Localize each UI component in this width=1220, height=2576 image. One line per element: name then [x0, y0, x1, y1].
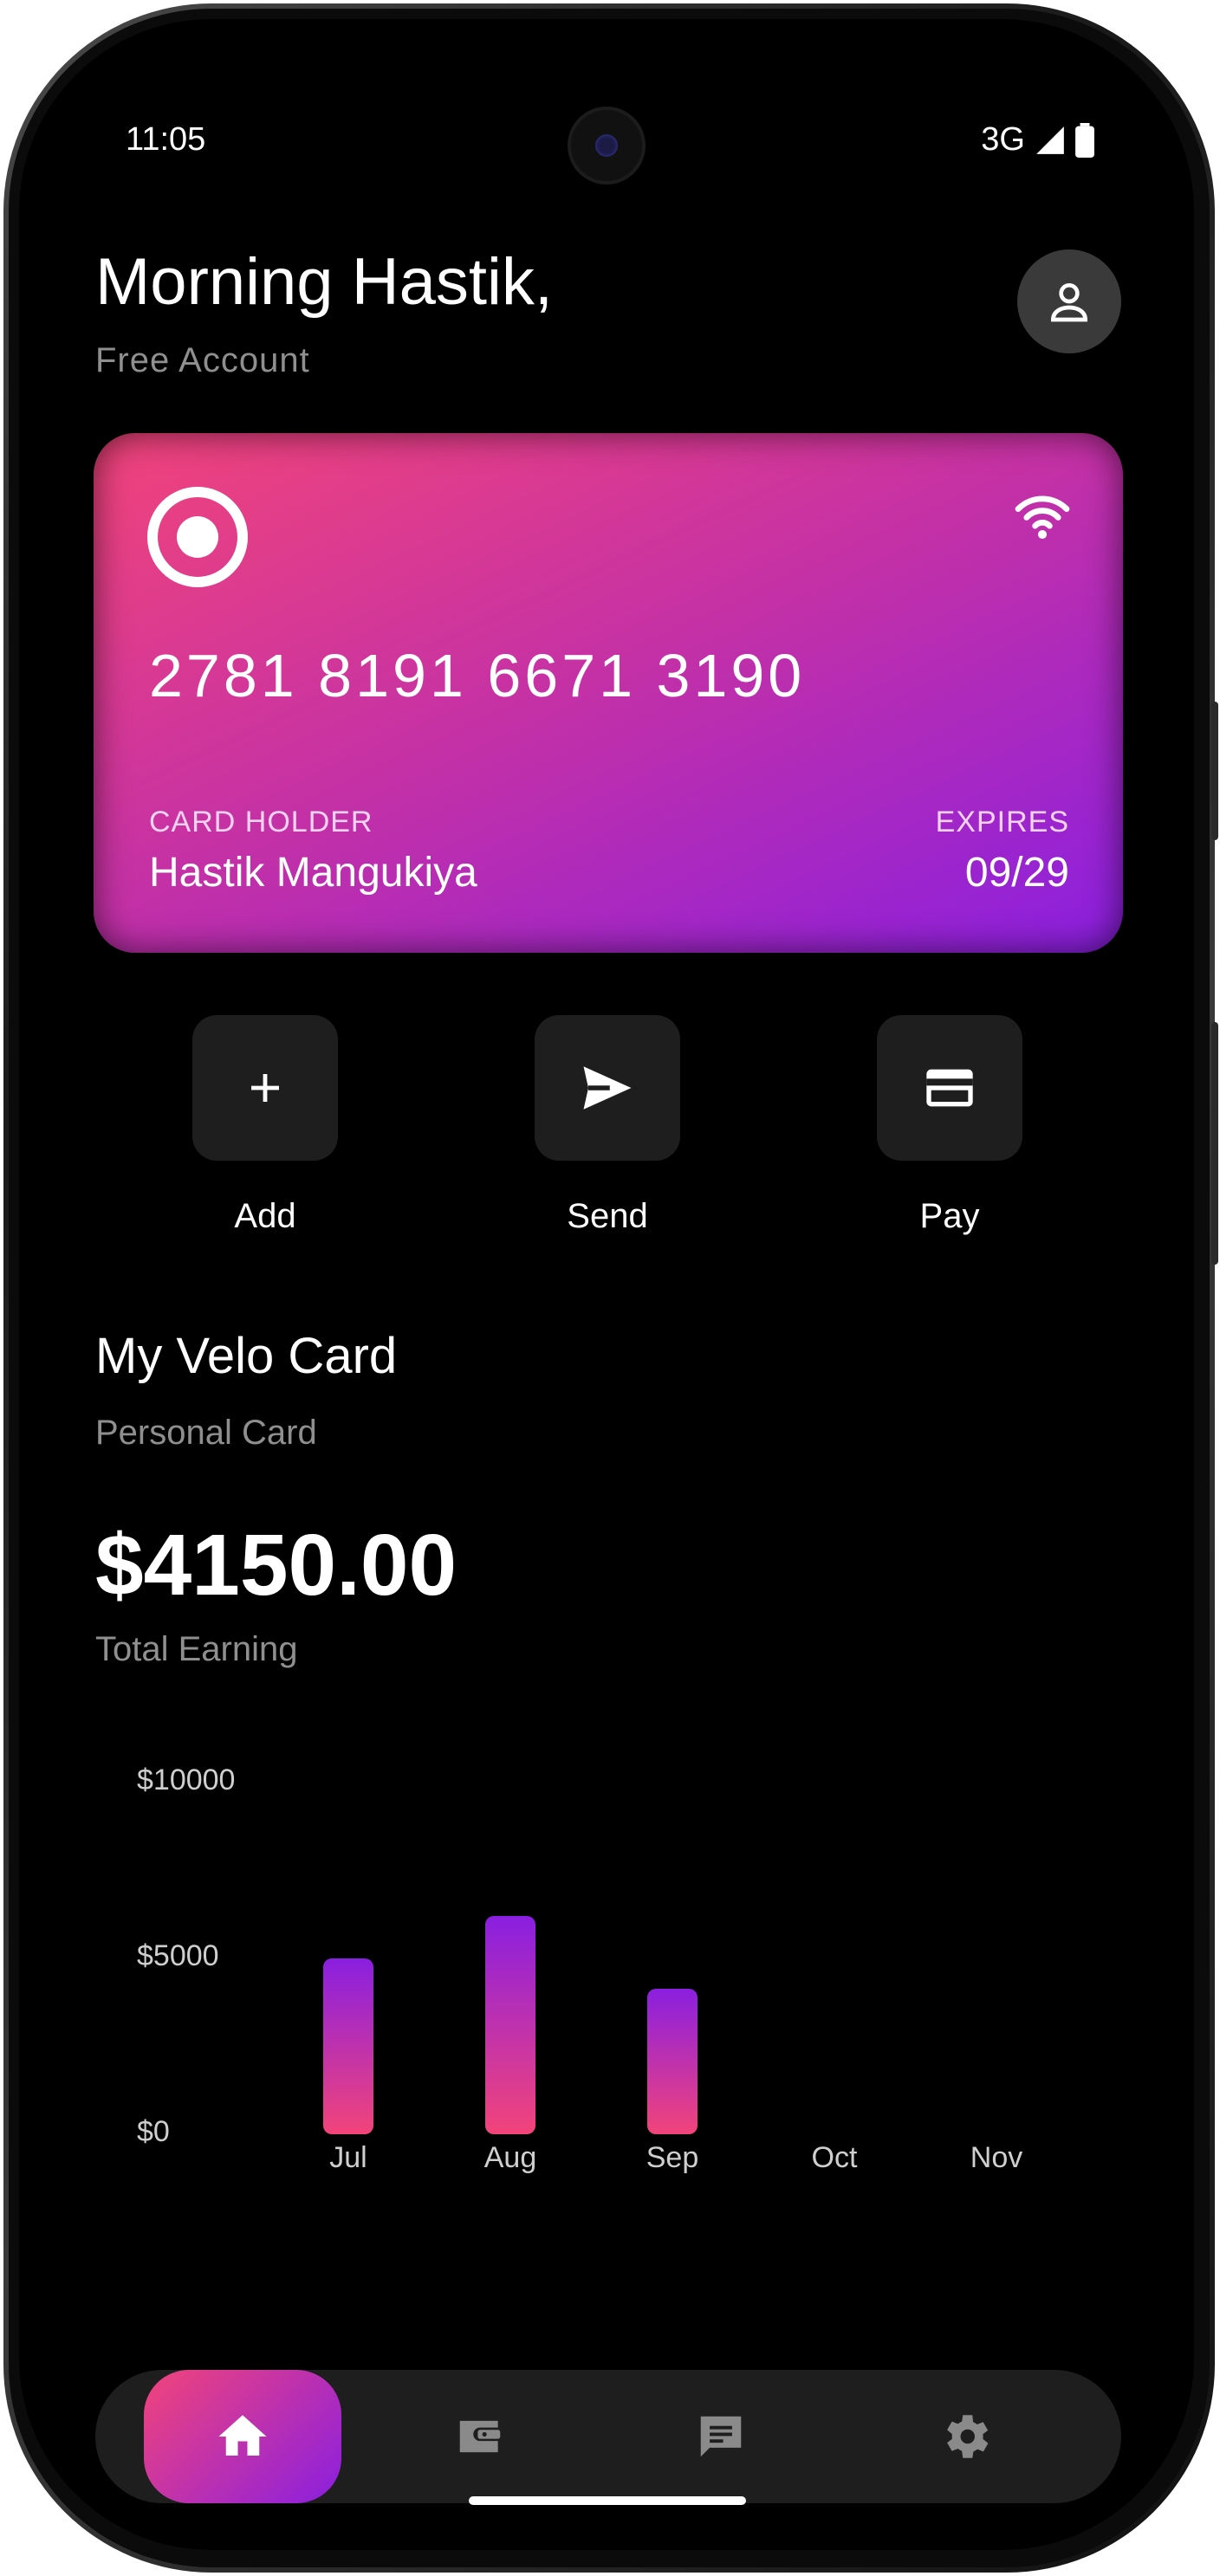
pay-button[interactable]: [877, 1015, 1022, 1161]
x-tick-label: Aug: [483, 2141, 537, 2174]
nav-messages[interactable]: [622, 2370, 820, 2503]
message-icon: [700, 2416, 742, 2457]
network-label: 3G: [981, 121, 1025, 158]
profile-button[interactable]: [1017, 249, 1121, 353]
plus-icon: [251, 1074, 279, 1102]
x-tick-label: Nov: [970, 2141, 1023, 2174]
home-indicator: [469, 2496, 746, 2505]
x-tick-label: Sep: [646, 2141, 699, 2174]
send-label: Send: [567, 1197, 648, 1235]
status-indicators: 3G: [981, 121, 1094, 159]
bottom-nav: [95, 2370, 1121, 2503]
add-action[interactable]: Add: [192, 1015, 338, 1236]
bar-aug[interactable]: [485, 1916, 535, 2134]
card-expiry: 09/29: [964, 850, 1069, 896]
status-bar: 11:05 3G: [126, 121, 1094, 159]
wallet-icon: [459, 2420, 501, 2453]
total-amount-label: Total Earning: [95, 1630, 298, 1668]
gear-icon: [947, 2415, 989, 2458]
card-section-title: My Velo Card: [95, 1328, 398, 1384]
add-button[interactable]: [192, 1015, 338, 1161]
pay-action[interactable]: Pay: [877, 1015, 1022, 1236]
credit-card-icon: [926, 1069, 973, 1107]
bar-sep[interactable]: [647, 1988, 698, 2134]
volume-button: [1211, 702, 1218, 840]
pay-label: Pay: [919, 1197, 980, 1235]
bar-jul[interactable]: [323, 1958, 373, 2134]
card-expires-label: EXPIRES: [935, 806, 1069, 838]
total-amount: $4150.00: [95, 1517, 458, 1614]
card-number: 2781 8191 6671 3190: [149, 642, 806, 709]
greeting-title: Morning Hastik,: [95, 245, 553, 319]
x-tick-label: Jul: [329, 2141, 367, 2174]
status-time: 11:05: [126, 121, 206, 158]
bank-card[interactable]: 2781 8191 6671 3190 CARD HOLDER Hastik M…: [94, 433, 1123, 953]
person-icon: [1050, 283, 1088, 322]
nav-wallet[interactable]: [381, 2370, 579, 2503]
add-label: Add: [234, 1197, 296, 1235]
card-holder-label: CARD HOLDER: [149, 806, 373, 838]
nav-home[interactable]: [144, 2370, 341, 2503]
home-icon: [218, 2415, 267, 2456]
contactless-icon: [1015, 495, 1070, 540]
card-section-subtitle: Personal Card: [95, 1414, 317, 1452]
app-screen: 11:05 3G Morning Hastik, Free Account 27…: [19, 19, 1194, 2550]
nav-settings[interactable]: [866, 2370, 1064, 2503]
card-holder-name: Hastik Mangukiya: [149, 850, 477, 896]
send-action[interactable]: Send: [535, 1015, 680, 1236]
battery-icon: [1075, 122, 1094, 158]
x-tick-label: Oct: [811, 2141, 858, 2174]
y-tick-label: $10000: [137, 1764, 236, 1796]
signal-icon: [1036, 126, 1064, 154]
y-tick-label: $0: [137, 2115, 170, 2148]
card-logo-icon: [147, 487, 248, 587]
send-button[interactable]: [535, 1015, 680, 1161]
send-icon: [583, 1066, 632, 1110]
power-button: [1211, 1022, 1218, 1265]
y-tick-label: $5000: [137, 1939, 219, 1972]
earnings-chart: $10000 $5000 $0 Jul Aug Sep Oct Nov: [19, 1743, 1194, 2193]
account-type: Free Account: [95, 341, 310, 379]
